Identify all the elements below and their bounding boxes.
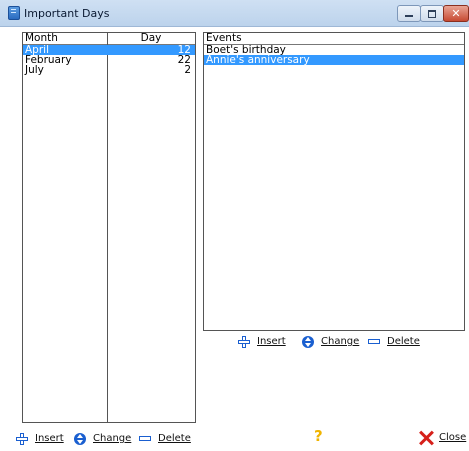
window-title: Important Days xyxy=(24,7,110,20)
days-list[interactable]: Month Day April 12 February 22 July 2 xyxy=(22,32,196,423)
change-icon xyxy=(302,336,314,348)
maximize-button[interactable] xyxy=(420,5,444,22)
important-days-window: Important Days ✕ Month Day April 12 Febr… xyxy=(0,0,469,451)
event-change-label: Change xyxy=(321,336,360,347)
event-delete-label: Delete xyxy=(387,336,420,347)
days-row-february[interactable]: February 22 xyxy=(23,55,195,66)
close-icon: ✕ xyxy=(451,7,461,20)
minus-icon xyxy=(368,336,380,348)
change-icon xyxy=(74,433,86,445)
title-bar: Important Days ✕ xyxy=(0,0,469,27)
maximize-icon xyxy=(428,10,436,18)
event-insert-button[interactable]: Insert xyxy=(238,335,288,349)
day-change-label: Change xyxy=(93,433,132,444)
day-column-header[interactable]: Day xyxy=(108,33,194,44)
day-insert-button[interactable]: Insert xyxy=(16,432,66,446)
window-close-button[interactable]: ✕ xyxy=(443,5,469,22)
help-icon[interactable]: ? xyxy=(314,428,323,444)
events-column-header[interactable]: Events xyxy=(206,33,242,44)
event-text: Annie's anniversary xyxy=(206,54,310,66)
day-delete-button[interactable]: Delete xyxy=(139,432,191,446)
day-change-button[interactable]: Change xyxy=(74,432,136,446)
app-icon xyxy=(8,6,20,20)
day-insert-label: Insert xyxy=(35,433,64,444)
minimize-icon xyxy=(405,15,413,17)
plus-icon xyxy=(238,336,250,348)
column-divider[interactable] xyxy=(107,33,108,422)
minimize-button[interactable] xyxy=(397,5,421,22)
month-cell: July xyxy=(25,64,44,76)
day-cell: 2 xyxy=(184,64,191,76)
close-label: Close xyxy=(439,432,467,443)
days-row-july[interactable]: July 2 xyxy=(23,64,195,76)
events-list[interactable]: Events Boet's birthday Annie's anniversa… xyxy=(203,32,465,331)
minus-icon xyxy=(139,433,151,445)
event-delete-button[interactable]: Delete xyxy=(368,335,420,349)
event-insert-label: Insert xyxy=(257,336,286,347)
event-change-button[interactable]: Change xyxy=(302,335,364,349)
event-row-annies-anniversary[interactable]: Annie's anniversary xyxy=(204,55,464,65)
day-delete-label: Delete xyxy=(158,433,191,444)
red-x-icon xyxy=(418,430,434,446)
plus-icon xyxy=(16,433,28,445)
month-column-header[interactable]: Month xyxy=(25,33,107,44)
